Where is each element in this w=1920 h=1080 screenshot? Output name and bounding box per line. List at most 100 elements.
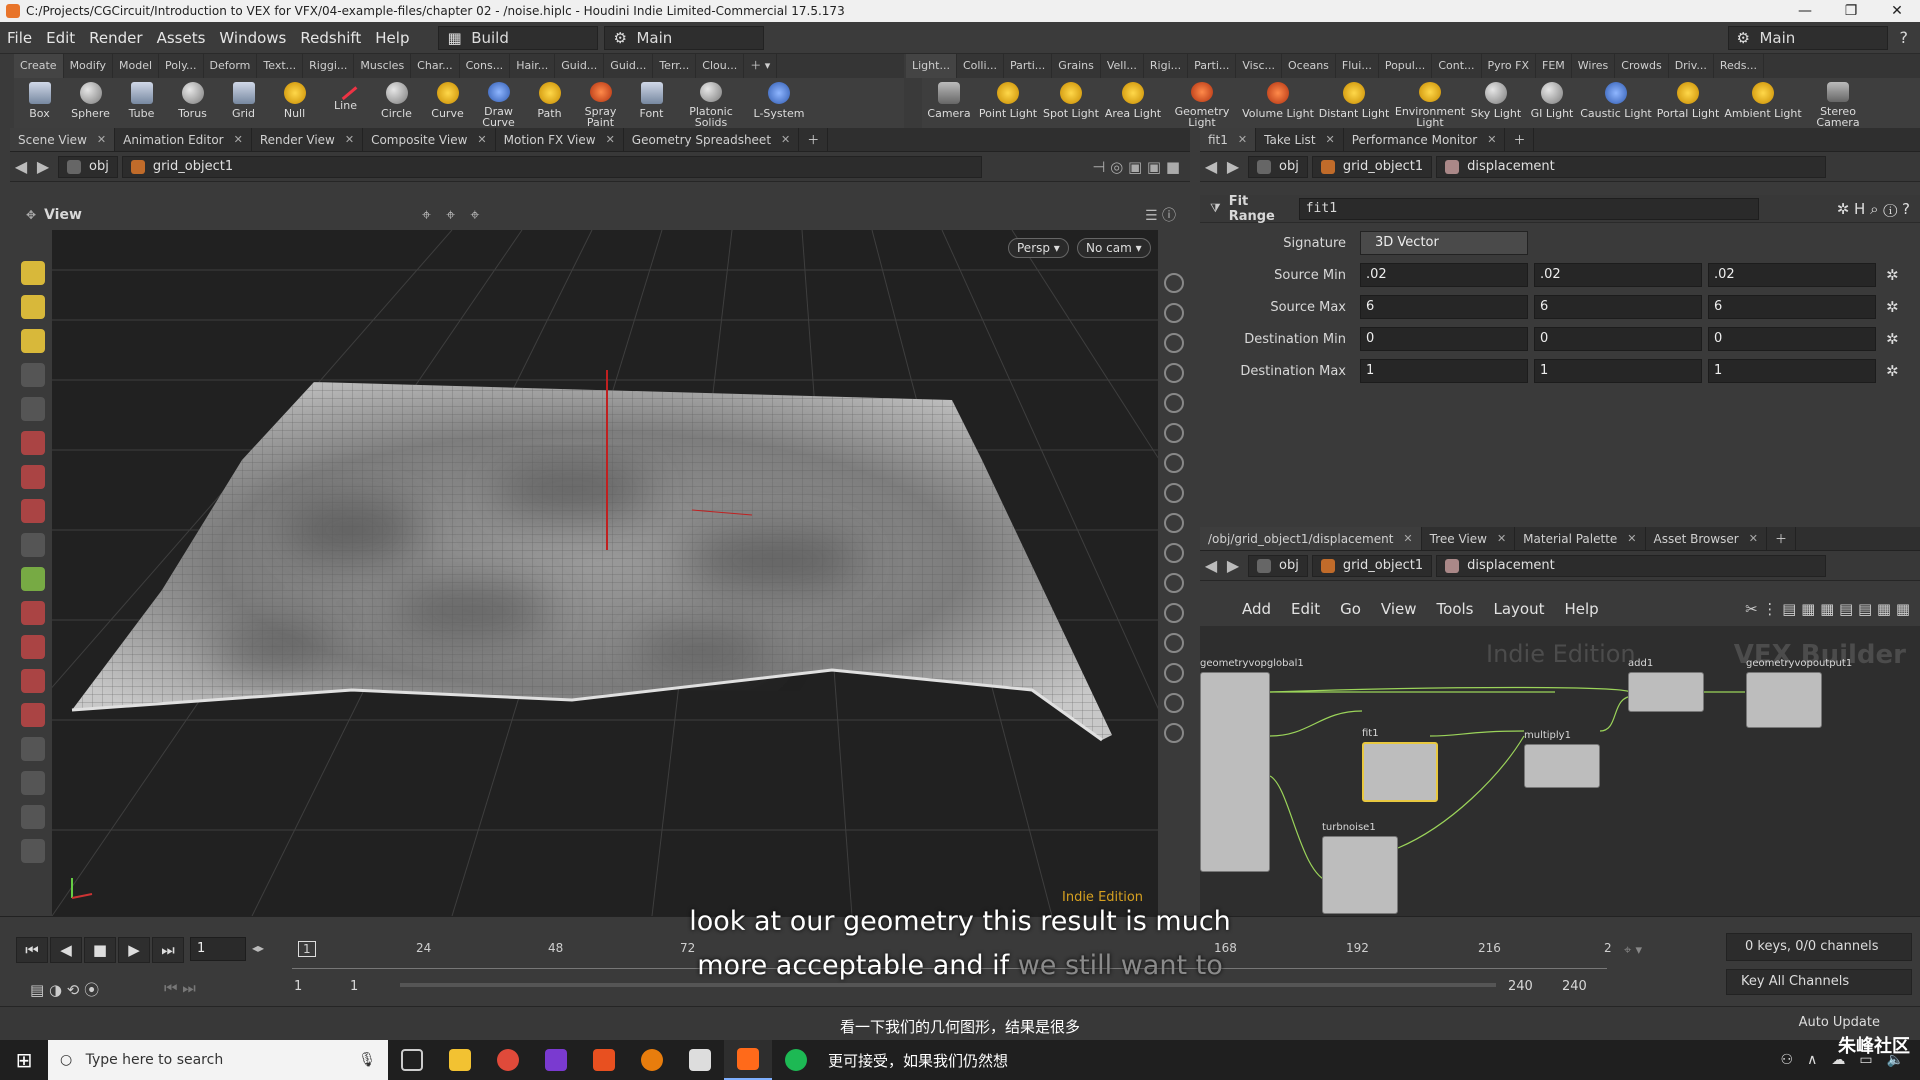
display-option-icon[interactable] [1164,543,1184,563]
shelf-tab[interactable]: Flui... [1336,54,1379,78]
back-arrow-icon[interactable]: ◀ [1200,556,1222,575]
tool-stereo-camera[interactable]: Stereo Camera [1802,78,1874,128]
tool-l-system[interactable]: L-System [745,78,813,128]
file-explorer-icon[interactable] [436,1040,484,1080]
desktop-selector[interactable]: ▦ Build [438,25,599,50]
network-menu-layout[interactable]: Layout [1483,600,1554,618]
display-option-icon[interactable] [1164,273,1184,293]
network-editor[interactable]: Indie Edition VEX Builder geometryvopglo… [1200,626,1920,916]
tool-spray-paint[interactable]: Spray Paint [575,78,626,128]
source-min-z-field[interactable]: .02 [1708,263,1876,287]
add-shelf-tab-icon[interactable]: ＋ ▾ [744,54,778,78]
network-toolbar-icons[interactable]: ✂ ⋮ ▤ ▦ ▦ ▤ ▤ ▦ ▦ [1745,600,1910,618]
destination-max-y-field[interactable]: 1 [1534,359,1702,383]
tool-geometry-light[interactable]: Geometry Light [1164,78,1240,128]
menu-file[interactable]: File [0,29,39,47]
tab-asset-browser[interactable]: Asset Browser ✕ [1646,527,1767,550]
menu-edit[interactable]: Edit [39,29,82,47]
tool-camera[interactable]: Camera [922,78,976,128]
close-icon[interactable]: ✕ [1497,532,1506,545]
blender-icon[interactable] [628,1040,676,1080]
shelf-tab[interactable]: Guid... [555,54,605,78]
select-tool-icon[interactable] [21,295,45,319]
affinity-icon[interactable] [532,1040,580,1080]
shelf-tab[interactable]: Grains [1052,54,1101,78]
tab-composite-view[interactable]: Composite View ✕ [363,128,496,151]
source-max-y-field[interactable]: 6 [1534,295,1702,319]
display-option-icon[interactable] [1164,693,1184,713]
tool-point-light[interactable]: Point Light [976,78,1040,128]
shelf-tab[interactable]: Rigi... [1144,54,1189,78]
shelf-tab[interactable]: Terr... [653,54,697,78]
windows-start-icon[interactable]: ⊞ [0,1040,48,1080]
display-option-icon[interactable] [1164,573,1184,593]
close-icon[interactable]: ✕ [1326,133,1335,146]
view-tool-icon[interactable] [21,737,45,761]
tool-path[interactable]: Path [524,78,575,128]
help-icon[interactable]: ? [1900,28,1909,47]
source-max-x-field[interactable]: 6 [1360,295,1528,319]
lock-tool-icon[interactable] [21,397,45,421]
select-tool-icon[interactable] [21,261,45,285]
menu-assets[interactable]: Assets [150,29,213,47]
context-selector[interactable]: ⚙ Main [604,25,765,50]
shelf-tab[interactable]: Create [14,54,64,78]
tool-null[interactable]: Null [269,78,320,128]
network-menu-go[interactable]: Go [1330,600,1371,618]
menu-redshift[interactable]: Redshift [293,29,368,47]
tool-environment-light[interactable]: Environment Light [1392,78,1468,128]
add-tab-icon[interactable]: ＋ [1767,527,1796,550]
shelf-tab[interactable]: Clou... [696,54,745,78]
destination-max-x-field[interactable]: 1 [1360,359,1528,383]
unity-icon[interactable] [676,1040,724,1080]
shelf-tab[interactable]: FEM [1536,54,1572,78]
add-tab-icon[interactable]: ＋ [799,128,829,151]
tab-material-palette[interactable]: Material Palette ✕ [1515,527,1646,550]
breadcrumb-displacement[interactable]: displacement [1436,554,1827,577]
viewer-options-icon[interactable]: ☰ ⓘ [1145,205,1176,225]
shelf-tab[interactable]: Riggi... [303,54,355,78]
gear-icon[interactable]: ✲ [1886,298,1906,316]
breadcrumb-grid-object1[interactable]: grid_object1 [1311,155,1433,178]
display-option-icon[interactable] [1164,513,1184,533]
menu-windows[interactable]: Windows [212,29,293,47]
tool-draw-curve[interactable]: Draw Curve [473,78,524,128]
forward-arrow-icon[interactable]: ▶ [32,157,54,176]
shelf-tab[interactable]: Popul... [1379,54,1433,78]
shelf-tab[interactable]: Muscles [354,54,412,78]
breadcrumb-obj[interactable]: obj [1248,554,1308,577]
rotate-tool-icon[interactable] [21,465,45,489]
display-option-icon[interactable] [1164,723,1184,743]
back-arrow-icon[interactable]: ◀ [1200,157,1222,176]
close-icon[interactable]: ✕ [1403,532,1412,545]
gear-icon[interactable]: ✲ [1886,330,1906,348]
sphere-tool-icon[interactable] [21,839,45,863]
stack-tool-icon[interactable] [21,805,45,829]
shelf-tab[interactable]: Reds... [1714,54,1765,78]
breadcrumb-obj[interactable]: obj [1248,155,1308,178]
tool-distant-light[interactable]: Distant Light [1316,78,1392,128]
network-menu-add[interactable]: Add [1232,600,1281,618]
back-arrow-icon[interactable]: ◀ [10,157,32,176]
task-view-icon[interactable] [388,1040,436,1080]
right-context-selector[interactable]: ⚙ Main [1727,25,1888,50]
forward-arrow-icon[interactable]: ▶ [1222,556,1244,575]
lock-icon[interactable] [1164,333,1184,353]
select-tool-icon[interactable] [21,329,45,353]
tool-sphere[interactable]: Sphere [65,78,116,128]
shelf-tab[interactable]: Vell... [1101,54,1144,78]
network-menu-help[interactable]: Help [1554,600,1608,618]
node-fit1[interactable] [1362,742,1438,802]
network-menu-view[interactable]: View [1371,600,1427,618]
camera-menu[interactable]: No cam ▾ [1077,238,1151,258]
shelf-tab[interactable]: Light... [906,54,957,78]
tool-curve[interactable]: Curve [422,78,473,128]
people-icon[interactable]: ⚇ [1781,1052,1794,1068]
tool-tube[interactable]: Tube [116,78,167,128]
taskbar-search[interactable]: ○ Type here to search 🎙 [48,1040,388,1080]
magnet-tool-icon[interactable] [21,635,45,659]
shelf-tab[interactable]: Modify [64,54,114,78]
close-icon[interactable]: ✕ [1487,133,1496,146]
close-icon[interactable]: ✕ [345,133,354,146]
node-name-field[interactable]: fit1 [1298,197,1759,220]
